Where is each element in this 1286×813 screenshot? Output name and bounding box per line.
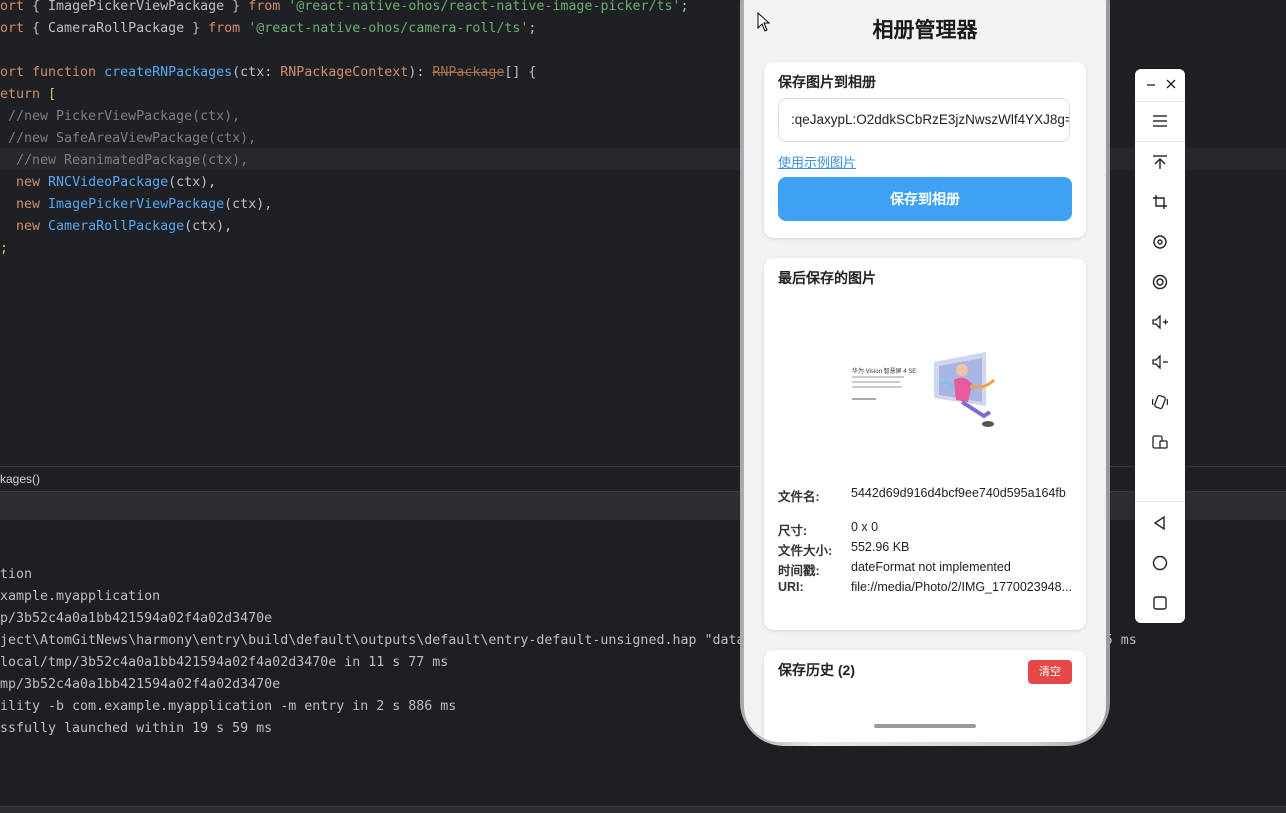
pin-top-icon[interactable] xyxy=(1148,150,1172,174)
use-sample-image-link[interactable]: 使用示例图片 xyxy=(778,152,856,171)
info-value: 552.96 KB xyxy=(851,540,910,554)
page-title: 相册管理器 xyxy=(872,19,978,42)
info-key: 尺寸: xyxy=(778,524,808,538)
recent-apps-icon[interactable] xyxy=(1148,591,1172,615)
menu-icon[interactable] xyxy=(1148,109,1172,133)
code-line: eturn [ xyxy=(0,87,57,102)
code-line: //new SafeAreaViewPackage(ctx), xyxy=(0,131,257,146)
shake-icon[interactable] xyxy=(1148,390,1172,414)
console-line: mp/3b52c4a0a1bb421594a02f4a02d3470e xyxy=(0,677,281,692)
code-line: ort { CameraRollPackage } from '@react-n… xyxy=(0,21,537,36)
code-line: ort { ImagePickerViewPackage } from '@re… xyxy=(0,0,689,14)
home-icon[interactable] xyxy=(1148,551,1172,575)
info-key: 时间戳: xyxy=(778,564,820,578)
info-value: file://media/Photo/2/IMG_1770023948... xyxy=(851,580,1072,594)
history-card-title: 保存历史 (2) xyxy=(778,662,855,678)
info-value: 5442d69d916d4bcf9ee740d595a164fb xyxy=(851,486,1066,500)
code-line: new ImagePickerViewPackage(ctx), xyxy=(0,197,273,212)
crop-icon[interactable] xyxy=(1148,190,1172,214)
console-line: ssfully launched within 19 s 59 ms xyxy=(0,721,273,736)
uri-input[interactable]: :qeJaxypL:O2ddkSCbRzE3jzNwszWlf4YXJ8g= xyxy=(778,98,1070,142)
save-to-album-button[interactable]: 保存到相册 xyxy=(778,177,1072,221)
back-icon[interactable] xyxy=(1148,511,1172,535)
mouse-cursor-icon xyxy=(757,12,771,32)
last-card-title: 最后保存的图片 xyxy=(778,270,876,286)
info-value: 0 x 0 xyxy=(851,520,879,534)
rotate-icon[interactable] xyxy=(1148,230,1172,254)
saved-image-preview: 华为 Vision 智慧屏 4 SE xyxy=(844,340,1024,450)
home-indicator[interactable] xyxy=(874,724,976,728)
last-saved-card: 最后保存的图片 华为 Vision 智慧屏 4 SE 文件名: 5442d69d9… xyxy=(764,258,1086,630)
code-line: new RNCVideoPackage(ctx), xyxy=(0,175,217,190)
console-line: xample.myapplication xyxy=(0,589,161,604)
code-line: ort function createRNPackages(ctx: RNPac… xyxy=(0,65,537,80)
multi-device-icon[interactable] xyxy=(1148,430,1172,454)
save-image-card: 保存图片到相册 :qeJaxypL:O2ddkSCbRzE3jzNwszWlf4… xyxy=(764,62,1086,238)
info-value: dateFormat not implemented xyxy=(851,560,1011,574)
phone-screen[interactable]: 相册管理器 保存图片到相册 :qeJaxypL:O2ddkSCbRzE3jzNw… xyxy=(744,0,1106,742)
volume-down-icon[interactable] xyxy=(1148,350,1172,374)
screenshot-icon[interactable] xyxy=(1148,270,1172,294)
info-key: 文件名: xyxy=(778,490,820,504)
console-line: p/3b52c4a0a1bb421594a02f4a02d3470e xyxy=(0,611,273,626)
info-key: 文件大小: xyxy=(778,544,833,558)
code-line: new CameraRollPackage(ctx), xyxy=(0,219,233,234)
console-line: ility -b com.example.myapplication -m en… xyxy=(0,699,457,714)
volume-up-icon[interactable] xyxy=(1148,310,1172,334)
info-key: URI: xyxy=(778,580,804,594)
code-line: //new ReanimatedPackage(ctx), xyxy=(0,153,249,168)
close-icon[interactable] xyxy=(1159,75,1183,93)
save-history-card: 保存历史 (2) 清空 xyxy=(764,650,1086,742)
console-line: local/tmp/3b52c4a0a1bb421594a02f4a02d347… xyxy=(0,655,449,670)
tv-illustration xyxy=(934,352,996,427)
console-line: tion xyxy=(0,567,33,582)
code-line: ; xyxy=(0,241,9,256)
code-line: //new PickerViewPackage(ctx), xyxy=(0,109,241,124)
clear-history-button[interactable]: 清空 xyxy=(1028,660,1072,684)
emulator-toolbar xyxy=(1135,69,1185,623)
save-card-title: 保存图片到相册 xyxy=(778,74,876,90)
breadcrumb-text: kages() xyxy=(0,472,41,486)
